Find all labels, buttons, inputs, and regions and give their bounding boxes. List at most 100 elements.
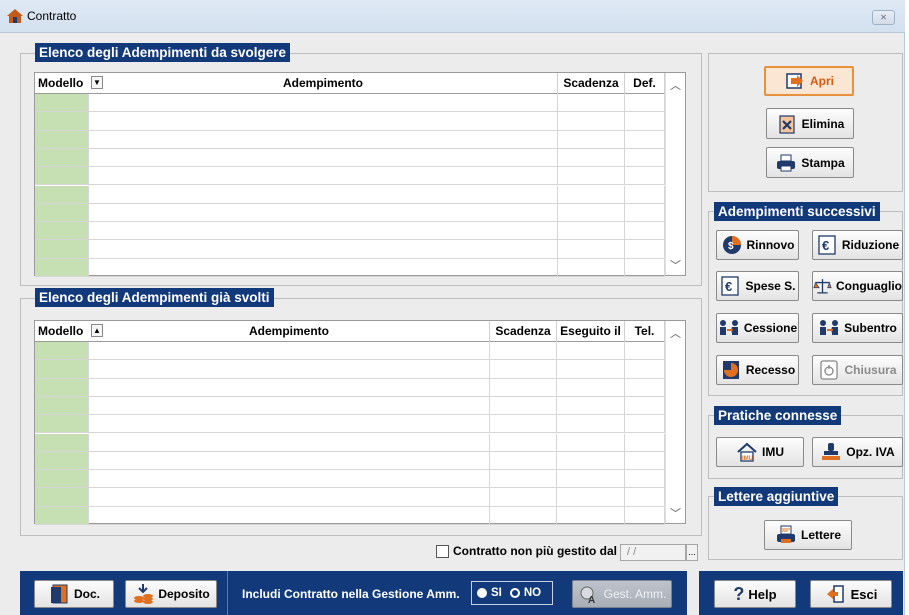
table-cell[interactable] <box>89 470 490 488</box>
table-cell[interactable] <box>490 506 557 524</box>
modello-cell[interactable] <box>35 470 89 488</box>
table-cell[interactable] <box>557 506 625 524</box>
riduzione-button[interactable]: € Riduzione <box>812 230 903 260</box>
modello-cell[interactable] <box>35 222 89 240</box>
table-cell[interactable] <box>89 112 558 130</box>
table-row[interactable] <box>35 470 665 489</box>
table-row[interactable] <box>35 506 665 525</box>
table-cell[interactable] <box>89 433 490 451</box>
table-cell[interactable] <box>490 433 557 451</box>
table-cell[interactable] <box>558 240 625 258</box>
col-def[interactable]: Def. <box>625 73 665 94</box>
si-radio[interactable] <box>477 588 487 598</box>
table-cell[interactable] <box>558 130 625 148</box>
table-row[interactable] <box>35 222 665 241</box>
table-cell[interactable] <box>558 258 625 276</box>
table-cell[interactable] <box>557 360 625 378</box>
table-cell[interactable] <box>625 258 665 276</box>
table-cell[interactable] <box>89 167 558 185</box>
table-cell[interactable] <box>490 396 557 415</box>
col-scadenza[interactable]: Scadenza <box>558 73 625 94</box>
table-cell[interactable] <box>89 415 490 433</box>
table-cell[interactable] <box>490 488 557 506</box>
table-cell[interactable] <box>625 451 665 470</box>
elimina-button[interactable]: Elimina <box>766 108 854 139</box>
table-cell[interactable] <box>625 506 665 524</box>
table-cell[interactable] <box>89 342 490 360</box>
table-cell[interactable] <box>625 360 665 378</box>
table-row[interactable] <box>35 112 665 131</box>
table-cell[interactable] <box>625 167 665 185</box>
table-cell[interactable] <box>557 433 625 451</box>
rinnovo-button[interactable]: $ Rinnovo <box>716 230 799 260</box>
scroll-up-icon[interactable]: ︿ <box>666 325 685 341</box>
table-cell[interactable] <box>558 112 625 130</box>
table-row[interactable] <box>35 167 665 186</box>
table-row[interactable] <box>35 378 665 397</box>
table-cell[interactable] <box>89 396 490 415</box>
table-cell[interactable] <box>557 415 625 433</box>
table-cell[interactable] <box>625 112 665 130</box>
modello-cell[interactable] <box>35 94 89 112</box>
table-cell[interactable] <box>490 378 557 396</box>
table-cell[interactable] <box>558 203 625 222</box>
modello-cell[interactable] <box>35 130 89 148</box>
table-cell[interactable] <box>89 130 558 148</box>
table-cell[interactable] <box>625 94 665 112</box>
table-cell[interactable] <box>625 396 665 415</box>
table-cell[interactable] <box>557 396 625 415</box>
gest-amm-button[interactable]: A Gest. Amm. <box>572 580 672 608</box>
modello-cell[interactable] <box>35 342 89 360</box>
table-cell[interactable] <box>89 378 490 396</box>
table-row[interactable] <box>35 451 665 471</box>
col-tel[interactable]: Tel. <box>625 321 665 342</box>
modello-cell[interactable] <box>35 396 89 415</box>
table-cell[interactable] <box>625 222 665 240</box>
cessione-button[interactable]: Cessione <box>716 313 799 343</box>
table-cell[interactable] <box>490 470 557 488</box>
table-cell[interactable] <box>625 185 665 203</box>
col-modello[interactable]: Modello <box>35 321 89 342</box>
imu-button[interactable]: IMU IMU <box>716 437 804 467</box>
table-cell[interactable] <box>558 222 625 240</box>
table-cell[interactable] <box>89 94 558 112</box>
table-cell[interactable] <box>558 94 625 112</box>
table-cell[interactable] <box>557 488 625 506</box>
lettere-button[interactable]: Lettere <box>764 520 852 550</box>
table-cell[interactable] <box>557 378 625 396</box>
table-cell[interactable] <box>490 360 557 378</box>
esci-button[interactable]: Esci <box>810 580 892 608</box>
scroll-down-icon[interactable]: ﹀ <box>666 505 685 521</box>
table-cell[interactable] <box>89 222 558 240</box>
table-cell[interactable] <box>89 148 558 167</box>
apri-button[interactable]: Apri <box>764 66 854 96</box>
table-cell[interactable] <box>558 148 625 167</box>
col-eseguito[interactable]: Eseguito il <box>557 321 625 342</box>
table-cell[interactable] <box>625 203 665 222</box>
table-row[interactable] <box>35 342 665 361</box>
table-cell[interactable] <box>557 342 625 360</box>
table-cell[interactable] <box>89 185 558 203</box>
table-cell[interactable] <box>89 451 490 470</box>
col-adempimento[interactable]: Adempimento <box>89 73 558 94</box>
col-modello[interactable]: Modello <box>35 73 89 94</box>
table-cell[interactable] <box>490 342 557 360</box>
conguaglio-button[interactable]: Conguaglio <box>812 271 903 301</box>
modello-cell[interactable] <box>35 112 89 130</box>
table-cell[interactable] <box>625 470 665 488</box>
table-cell[interactable] <box>625 488 665 506</box>
doc-button[interactable]: Doc. <box>34 580 114 608</box>
table-cell[interactable] <box>558 167 625 185</box>
table-cell[interactable] <box>557 451 625 470</box>
table-cell[interactable] <box>89 258 558 276</box>
no-radio[interactable] <box>509 588 520 598</box>
modello-cell[interactable] <box>35 185 89 203</box>
table-row[interactable] <box>35 415 665 434</box>
deposito-button[interactable]: Deposito <box>125 580 217 608</box>
table-row[interactable] <box>35 203 665 223</box>
modello-cell[interactable] <box>35 433 89 451</box>
table-cell[interactable] <box>557 470 625 488</box>
modello-cell[interactable] <box>35 148 89 167</box>
table-cell[interactable] <box>625 148 665 167</box>
table-cell[interactable] <box>558 185 625 203</box>
